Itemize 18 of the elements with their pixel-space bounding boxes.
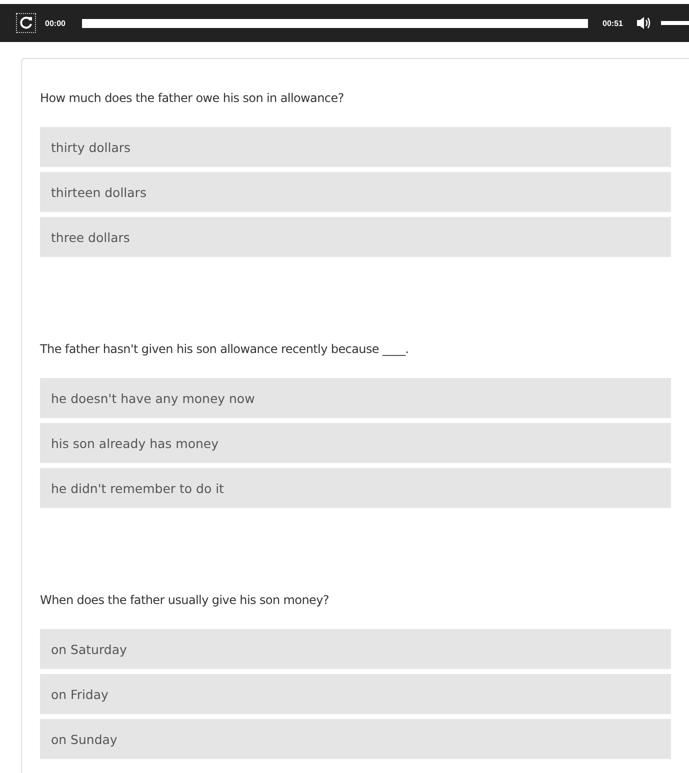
answer-option[interactable]: thirteen dollars xyxy=(40,172,671,212)
answer-option[interactable]: on Saturday xyxy=(40,629,671,669)
progress-track[interactable] xyxy=(82,18,588,28)
answer-option[interactable]: he doesn't have any money now xyxy=(40,378,671,418)
speaker-icon[interactable] xyxy=(636,16,652,30)
answer-option[interactable]: his son already has money xyxy=(40,423,671,463)
answer-option[interactable]: thirty dollars xyxy=(40,127,671,167)
duration-time: 00:51 xyxy=(602,18,623,28)
answer-option[interactable]: on Friday xyxy=(40,674,671,714)
question-text: The father hasn't given his son allowance recently because ____. xyxy=(40,342,410,356)
answer-option[interactable]: he didn't remember to do it xyxy=(40,468,671,508)
question-text: When does the father usually give his son money? xyxy=(40,593,330,607)
current-time: 00:00 xyxy=(45,18,66,28)
question-text: How much does the father owe his son in allowance? xyxy=(40,91,345,105)
answer-option[interactable]: three dollars xyxy=(40,217,671,257)
answer-option[interactable]: on Sunday xyxy=(40,719,671,759)
replay-button[interactable] xyxy=(16,13,36,33)
replay-icon xyxy=(19,16,33,30)
